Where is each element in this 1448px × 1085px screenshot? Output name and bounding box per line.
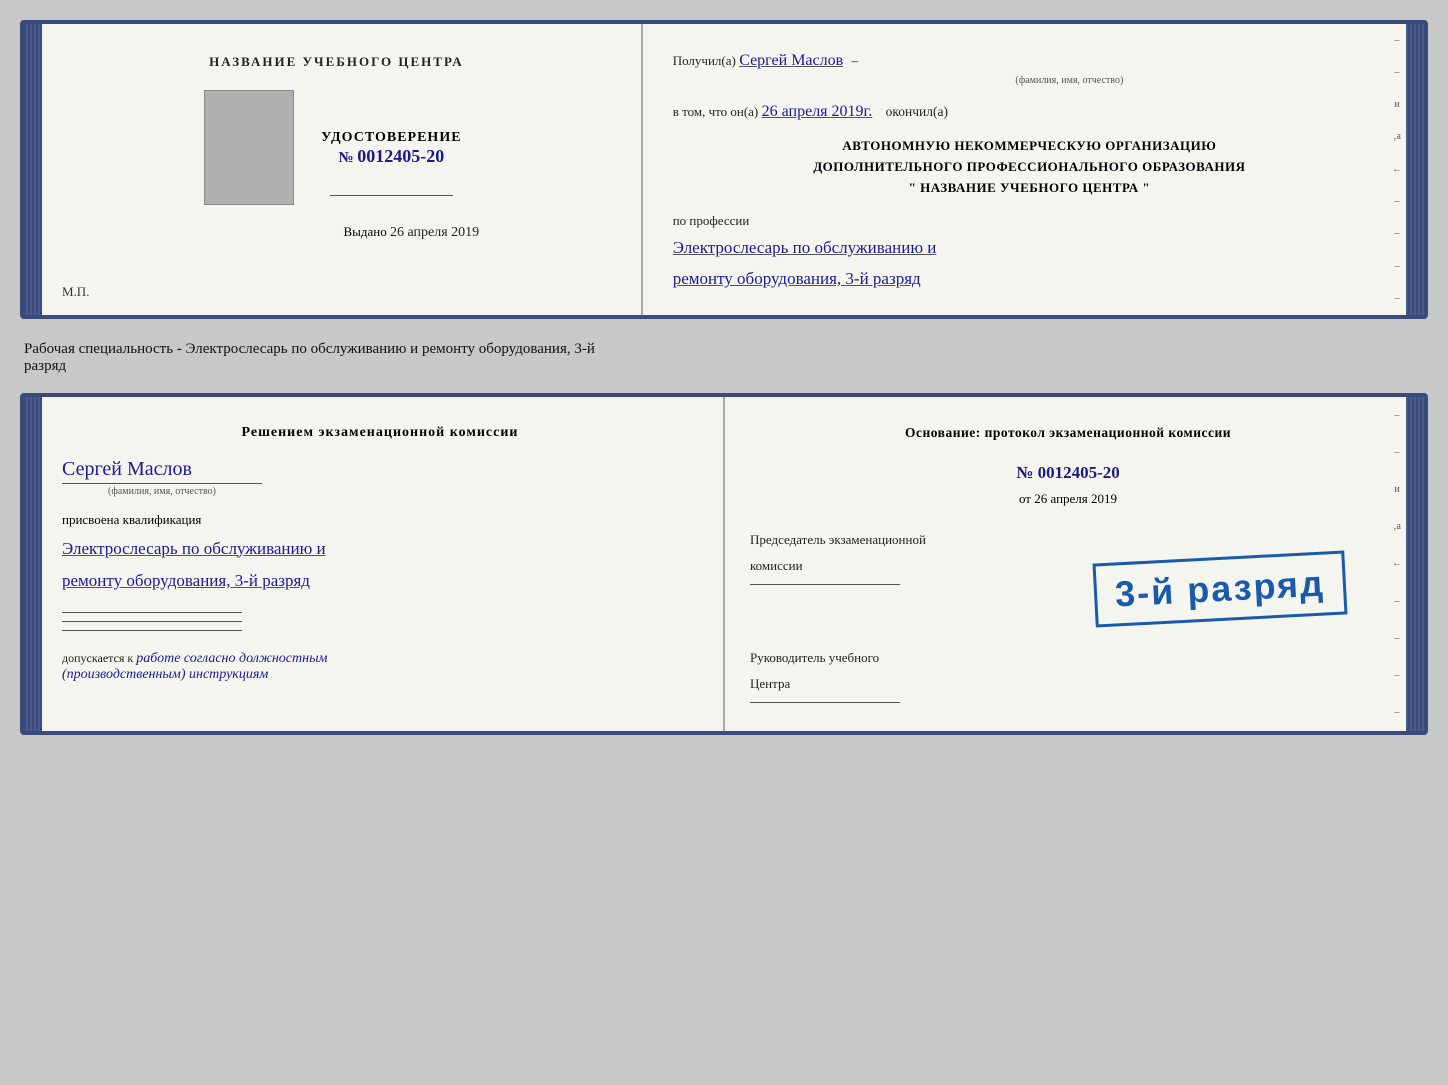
issued-date: 26 апреля 2019 [390,225,479,240]
profession-hw: Электрослесарь по обслуживанию и ремонту… [673,233,1386,294]
photo-placeholder [204,90,294,205]
cert-label-text: УДОСТОВЕРЕНИЕ [321,130,461,146]
fio-sublabel: (фамилия, имя, отчество) [753,73,1386,88]
left-spine-2 [24,397,42,732]
rank-stamp: 3-й разряд [1093,550,1348,627]
admits-label: допускается к [62,651,133,665]
org-line2: ДОПОЛНИТЕЛЬНОГО ПРОФЕССИОНАЛЬНОГО ОБРАЗО… [673,157,1386,178]
person-name: Сергей Маслов [62,458,698,481]
qual-hw: Электрослесарь по обслуживанию и ремонту… [62,533,698,598]
mp-label: М.П. [62,284,89,300]
cert-right-panel: Получил(а) Сергей Маслов – (фамилия, имя… [643,24,1406,315]
between-caption: Рабочая специальность - Электрослесарь п… [20,337,1428,375]
received-label: Получил(а) [673,53,736,68]
org-line3: " НАЗВАНИЕ УЧЕБНОГО ЦЕНТРА " [673,178,1386,199]
fio-label-2: (фамилия, имя, отчество) [62,483,262,497]
sig-line-1 [62,612,242,613]
page-wrapper: НАЗВАНИЕ УЧЕБНОГО ЦЕНТРА УДОСТОВЕРЕНИЕ №… [20,20,1428,735]
stamp-text: 3-й разряд [1114,562,1326,614]
right-edge-marks-2: – – и ‚а ← – – – – [1388,397,1406,732]
leader-label: Руководитель учебногоЦентра [750,645,1386,697]
chairman-sig-line [750,584,900,585]
date-from-label: от [1019,491,1031,506]
qualification-card: Решением экзаменационной комиссии Сергей… [20,393,1428,736]
cert-issued-block: Выдано 26 апреля 2019 [344,224,480,241]
qual-right-panel: Основание: протокол экзаменационной коми… [725,397,1406,732]
cert-number-block: УДОСТОВЕРЕНИЕ № 0012405-20 [321,130,461,167]
date-block: от 26 апреля 2019 [750,491,1386,507]
qual-line2: ремонту оборудования, 3-й разряд [62,571,310,590]
right-spine [1406,24,1424,315]
sig-line-2 [62,621,242,622]
caption-line1: Рабочая специальность - Электрослесарь п… [24,341,595,357]
sig-line-3 [62,630,242,631]
decision-title: Решением экзаменационной комиссии [62,422,698,443]
right-edge-marks: – – и ‚а ← – – – – [1388,24,1406,315]
profession-label: по профессии [673,213,1386,229]
profession-line1: Электрослесарь по обслуживанию и [673,238,937,257]
date-value: 26 апреля 2019 [1034,491,1117,506]
received-name: Сергей Маслов [739,52,843,69]
caption-line2: разряд [24,358,66,374]
protocol-number: № 0012405-20 [750,463,1386,483]
certificate-card: НАЗВАНИЕ УЧЕБНОГО ЦЕНТРА УДОСТОВЕРЕНИЕ №… [20,20,1428,319]
person-name-block: Сергей Маслов (фамилия, имя, отчество) [62,458,698,497]
received-row: Получил(а) Сергей Маслов – (фамилия, имя… [673,49,1386,88]
qual-left-panel: Решением экзаменационной комиссии Сергей… [42,397,725,732]
cert-left-panel: НАЗВАНИЕ УЧЕБНОГО ЦЕНТРА УДОСТОВЕРЕНИЕ №… [42,24,643,315]
leader-block: Руководитель учебногоЦентра [750,645,1386,703]
profession-block: по профессии Электрослесарь по обслужива… [673,213,1386,294]
qual-assigned-label: присвоена квалификация [62,512,698,528]
profession-line2: ремонту оборудования, 3-й разряд [673,269,921,288]
right-spine-2 [1406,397,1424,732]
cert-number-display: № 0012405-20 [321,146,461,167]
qual-line1: Электрослесарь по обслуживанию и [62,539,326,558]
org-block: АВТОНОМНУЮ НЕКОММЕРЧЕСКУЮ ОРГАНИЗАЦИЮ ДО… [673,136,1386,198]
finished-label: окончил(а) [886,104,948,119]
basis-title: Основание: протокол экзаменационной коми… [750,422,1386,444]
left-spine [24,24,42,315]
issued-label: Выдано [344,224,387,239]
in-that-label: в том, что он(а) [673,104,759,119]
left-content-row: УДОСТОВЕРЕНИЕ № 0012405-20 Выдано 26 апр… [194,90,480,241]
protocol-number-block: № 0012405-20 [750,463,1386,483]
cert-number-value: 0012405-20 [357,146,444,166]
admits-block: допускается к работе согласно должностны… [62,651,698,683]
training-center-title: НАЗВАНИЕ УЧЕБНОГО ЦЕНТРА [209,54,464,70]
in-that-row: в том, что он(а) 26 апреля 2019г. окончи… [673,100,1386,124]
leader-sig-line [750,702,900,703]
org-line1: АВТОНОМНУЮ НЕКОММЕРЧЕСКУЮ ОРГАНИЗАЦИЮ [673,136,1386,157]
cert-number-prefix: № [338,150,353,166]
signature-lines [62,612,698,631]
in-that-date: 26 апреля 2019г. [762,103,873,120]
